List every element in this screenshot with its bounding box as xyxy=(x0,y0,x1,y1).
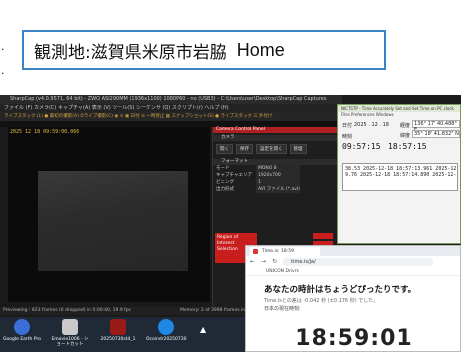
tab-title: Time.is: 18:59 xyxy=(262,249,294,254)
frame-timestamp: 2025 12 18 09:59:00.066 xyxy=(10,129,80,135)
setting-row[interactable]: ビニング 1 xyxy=(213,179,340,186)
window-title: SharpCap (v4.0.9571, 64 bit) - ZWO ASI29… xyxy=(0,95,342,104)
menu-bar[interactable]: Files Preferences Windows xyxy=(338,112,460,118)
latitude-label: 緯度 xyxy=(400,133,411,139)
edge-mark: . xyxy=(1,40,5,53)
sync-log-list[interactable]: 38.53 2025-12-18 18:57:13.961 2025-12-18… xyxy=(342,163,458,191)
manage-button[interactable]: 管理 xyxy=(289,144,307,154)
status-preview: Previewing : 823 frames (6 dropped) in 0… xyxy=(3,308,131,313)
desktop-icons: Google Earth Pro Emovie1006 - ショートカット 20… xyxy=(0,317,245,352)
desktop-screenshot: SharpCap (v4.0.9571, 64 bit) - ZWO ASI29… xyxy=(0,95,461,352)
offset-text: Time.isとの差は -0.042 秒 (±0.176 秒) でした。 xyxy=(264,298,379,304)
desktop-icon-edge[interactable]: Ocoindr20250730 xyxy=(146,319,186,342)
toolbar[interactable]: ライブスタック (L) ● 最初の撮影(A) ⏱ライブ撮影(C) ◉ ⊙ ▣ 日… xyxy=(0,112,342,121)
latitude-field[interactable]: 35° 18' 41.832" N xyxy=(412,130,460,138)
setting-row[interactable]: 出力形式 AVI ファイル (*.avi) xyxy=(213,186,340,193)
setting-row[interactable]: モード MONO 8 xyxy=(213,165,340,172)
panel-title: Camera Control Panel xyxy=(213,127,340,133)
menu-bar[interactable]: ファイル (F) カメラ(C) キャプチャ(A) 表示 (V) ツール(S) シ… xyxy=(0,104,342,112)
page-heading: あなたの時計はちょうどぴったりです。 xyxy=(264,285,417,295)
window-title: NICTSTP - Time Accurately Set and Set Ti… xyxy=(338,105,460,112)
browser-window: Time.is: 18:59 ← → ↻ time.is/ja/ UNICON … xyxy=(245,245,461,352)
open-button[interactable]: 開く xyxy=(216,144,233,154)
page-content: あなたの時計はちょうどぴったりです。 Time.isとの差は -0.042 秒 … xyxy=(246,276,460,316)
settings-button[interactable]: 設定を開く xyxy=(256,144,287,154)
time-sync-window: NICTSTP - Time Accurately Set and Set Ti… xyxy=(337,104,461,244)
google-earth-icon xyxy=(14,319,30,335)
setting-label: モード xyxy=(216,166,230,171)
camera-preview[interactable]: 2025 12 18 09:59:00.066 xyxy=(8,127,210,302)
time-local: 18:57:15 xyxy=(388,142,427,151)
setting-value[interactable]: MONO 8 xyxy=(256,165,300,172)
current-time-label: 日本の現在時刻: xyxy=(264,306,301,312)
longitude-label: 経度 xyxy=(400,123,411,129)
address-bar: ← → ↻ time.is/ja/ xyxy=(246,256,460,267)
setting-value[interactable]: 1 xyxy=(256,179,300,186)
bookmark-bar[interactable]: UNICON Drivrs xyxy=(246,267,460,276)
desktop-icon-shortcut[interactable]: Emovie1006 - ショートカット xyxy=(50,319,90,347)
file-shortcut-icon xyxy=(62,319,78,335)
status-memory: Memory: 2 of 3998 frames in use xyxy=(180,308,255,313)
setting-value[interactable]: AVI ファイル (*.avi) xyxy=(256,186,300,193)
setting-label: キャプチャエリア xyxy=(216,173,252,178)
longitude-field[interactable]: 136° 17' 40.488" E xyxy=(412,120,460,133)
clock-display: 18:59:01 xyxy=(295,326,413,351)
reload-icon[interactable]: ↻ xyxy=(272,258,277,265)
sensor-image xyxy=(38,171,188,271)
log-line: 9.76 2025-12-18 18:57:14.890 2025-12-18 … xyxy=(345,172,458,178)
url-input[interactable]: time.is/ja/ xyxy=(283,257,434,266)
date-value: 2025 . 12 . 18 xyxy=(354,122,389,128)
tab-strip: Time.is: 18:59 xyxy=(246,246,460,256)
mouse-cursor-icon: ▲ xyxy=(200,325,207,334)
forward-icon[interactable]: → xyxy=(261,258,266,265)
document-icon xyxy=(110,319,126,335)
home-text: Home xyxy=(236,39,285,60)
setting-label: 出力形式 xyxy=(216,187,234,192)
back-icon[interactable]: ← xyxy=(250,258,255,265)
edge-mark: . xyxy=(1,64,5,77)
time-utc: 09:57:15 xyxy=(342,142,381,151)
setting-row[interactable]: キャプチャエリア 1920x700 xyxy=(213,172,340,179)
edge-browser-icon xyxy=(158,319,174,335)
browser-tab[interactable]: Time.is: 18:59 xyxy=(250,247,320,256)
desktop-icon-google-earth[interactable]: Google Earth Pro xyxy=(2,319,42,342)
time-label: 時刻 xyxy=(342,134,353,140)
setting-label: ビニング xyxy=(216,180,234,185)
desktop-icon-st4[interactable]: 20250730st4_1 xyxy=(98,319,138,342)
save-button[interactable]: 保存 xyxy=(236,144,253,154)
location-caption: 観測地:滋賀県米原市岩脇 Home xyxy=(22,30,386,70)
favicon-icon xyxy=(253,249,258,254)
date-label: 日付 xyxy=(342,123,353,129)
roi-button[interactable] xyxy=(313,233,333,239)
location-text: 観測地:滋賀県米原市岩脇 xyxy=(34,42,227,63)
setting-value[interactable]: 1920x700 xyxy=(256,172,300,179)
